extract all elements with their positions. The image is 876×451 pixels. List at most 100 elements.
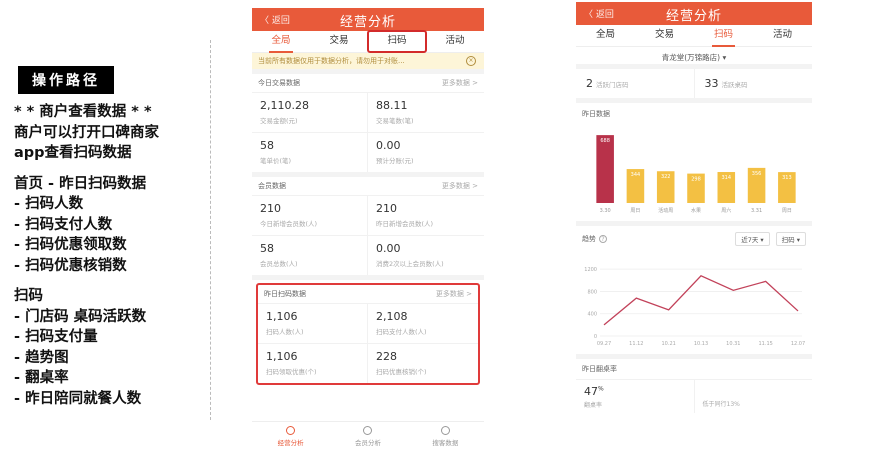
stat-value: 210 (376, 202, 397, 215)
kpi-value: 2 (586, 77, 593, 90)
kpi-row: 2 活跃门店码 33 活跃桌码 (576, 69, 812, 103)
stat-cell: 2,110.28 交易金额(元) (252, 92, 368, 132)
close-icon[interactable]: × (466, 56, 476, 66)
note-line: - 扫码支付人数 (14, 216, 113, 233)
bar-value-label: 314 (722, 175, 732, 181)
section-title: 会员数据 (258, 182, 286, 190)
note-line: 商户可以打开口碑商家 (14, 124, 159, 141)
bar-value-label: 313 (782, 175, 792, 181)
x-tick-label: 12.07 (791, 341, 805, 347)
stat-cell: 58 会员总数(人) (252, 235, 368, 275)
more-link[interactable]: 更多数据 > (442, 78, 478, 88)
tab-overall[interactable]: 全局 (252, 31, 310, 53)
bottom-tab-members[interactable]: 会员分析 (329, 422, 406, 451)
stat-cell: 228 扫码优惠核销(个) (368, 343, 478, 383)
chart-icon (286, 426, 296, 435)
kpi-label: 活跃门店码 (596, 81, 629, 89)
kpi-table-code: 33 活跃桌码 (695, 69, 813, 98)
phone-screen-scan: 〈 返回 经营分析 全局 交易 扫码 活动 青龙堂(万锦路店) ▾ 2 活跃门店码… (576, 2, 812, 451)
tab-scan[interactable]: 扫码 (367, 30, 427, 53)
bottom-tab-analysis[interactable]: 经营分析 (252, 422, 329, 451)
turnover-section: 昨日翻桌率 47% 翻桌率 低于同行13% (576, 354, 812, 413)
notice-text: 当前所有数据仅用于数据分析，请勿用于对账... (258, 57, 405, 65)
stat-cell: 2,108 扫码支付人数(人) (368, 303, 478, 343)
section-title: 昨日翻桌率 (582, 365, 617, 373)
note-line: - 翻桌率 (14, 370, 69, 386)
tab-activity[interactable]: 活动 (753, 25, 812, 46)
bottom-tab-bar: 经营分析 会员分析 搜客数据 (252, 421, 484, 451)
note-line: - 扫码优惠核销数 (14, 257, 127, 274)
more-link[interactable]: 更多数据 > (442, 181, 478, 191)
tab-trade[interactable]: 交易 (310, 31, 368, 52)
trend-header: 趋势 ? 近7天 ▾ 扫码 ▾ (576, 221, 812, 252)
trend-line (603, 275, 799, 326)
store-selector[interactable]: 青龙堂(万锦路店) ▾ (576, 47, 812, 69)
more-link[interactable]: 更多数据 > (436, 289, 472, 299)
divider (210, 40, 211, 420)
x-tick-label: 10.13 (694, 341, 708, 347)
navbar: 〈 返回 经营分析 (576, 2, 812, 25)
bar-category-label: 水果 (691, 207, 701, 214)
tab-scan[interactable]: 扫码 (694, 25, 753, 47)
stat-label: 昨日新增会员数(人) (376, 220, 434, 228)
note-line: - 趋势图 (14, 349, 69, 366)
tab-trade[interactable]: 交易 (635, 25, 694, 46)
stat-value: 1,106 (266, 350, 298, 363)
bar-value-label: 356 (752, 171, 762, 177)
stat-value: 88.11 (376, 99, 408, 112)
trade-section: 今日交易数据 更多数据 > 2,110.28 交易金额(元) 88.11 交易笔数(… (252, 69, 484, 172)
stat-value: 58 (260, 242, 274, 255)
stat-value: 2,110.28 (260, 99, 309, 112)
stat-cell: 210 昨日新增会员数(人) (368, 195, 484, 235)
turnover-value: 47% (584, 385, 686, 398)
bar-value-label: 298 (691, 177, 701, 183)
x-tick-label: 09.27 (597, 341, 611, 347)
help-icon[interactable]: ? (599, 235, 607, 243)
stat-value: 58 (260, 139, 274, 152)
turnover-compare: 低于同行13% (702, 401, 740, 408)
bar (596, 135, 614, 203)
range-dropdown[interactable]: 近7天 ▾ (735, 232, 770, 246)
stat-cell: 0.00 消费2次以上会员数(人) (368, 235, 484, 275)
note-line: * * 商户查看数据 * * (14, 104, 152, 120)
stat-cell: 1,106 扫码人数(人) (258, 303, 368, 343)
notes-panel: 操作路径 * * 商户查看数据 * * 商户可以打开口碑商家 app查看扫码数据 首页… (14, 66, 210, 409)
stat-label: 消费2次以上会员数(人) (376, 260, 444, 268)
metric-dropdown[interactable]: 扫码 ▾ (775, 232, 806, 246)
stat-label: 预计分账(元) (376, 157, 414, 165)
x-tick-label: 10.31 (726, 341, 740, 347)
stat-label: 今日新增会员数(人) (260, 220, 318, 228)
stat-cell: 58 笔单价(笔) (252, 132, 368, 172)
stat-label: 扫码人数(人) (266, 328, 304, 336)
member-section: 会员数据 更多数据 > 210 今日新增会员数(人) 210 昨日新增会员数(人) … (252, 172, 484, 275)
tab-activity[interactable]: 活动 (426, 31, 484, 52)
tab-overall[interactable]: 全局 (576, 25, 635, 46)
turnover-unit: % (598, 385, 604, 393)
note-line: app查看扫码数据 (14, 145, 132, 161)
note-line: - 扫码支付量 (14, 329, 98, 345)
stat-value: 1,106 (266, 310, 298, 323)
bar-chart-title: 昨日数据 (582, 110, 610, 118)
bar-value-label: 688 (600, 138, 610, 144)
stat-label: 扫码优惠核销(个) (376, 368, 427, 376)
bar-category-label: 3.30 (600, 208, 611, 214)
operation-path-tag: 操作路径 (18, 66, 114, 94)
page-title: 经营分析 (339, 15, 396, 30)
navbar: 〈 返回 经营分析 (252, 8, 484, 31)
bottom-tab-customers[interactable]: 搜客数据 (407, 422, 484, 451)
tab-bar: 全局 交易 扫码 活动 (576, 25, 812, 47)
stat-value: 2,108 (376, 310, 408, 323)
stat-value: 228 (376, 350, 397, 363)
stat-label: 交易金额(元) (260, 117, 298, 125)
bar-category-label: 活动周 (658, 207, 673, 214)
note-gap (14, 164, 210, 174)
note-line: 首页 - 昨日扫码数据 (14, 175, 147, 192)
bar-category-label: 周日 (630, 208, 640, 214)
page-title: 经营分析 (665, 9, 722, 24)
turnover-number: 47 (584, 385, 598, 398)
notes-list: * * 商户查看数据 * * 商户可以打开口碑商家 app查看扫码数据 首页 - 昨日… (14, 102, 210, 409)
bottom-tab-label: 会员分析 (354, 439, 381, 447)
stat-cell: 210 今日新增会员数(人) (252, 195, 368, 235)
y-tick-label: 1200 (584, 267, 597, 273)
bar-value-label: 322 (661, 174, 671, 180)
